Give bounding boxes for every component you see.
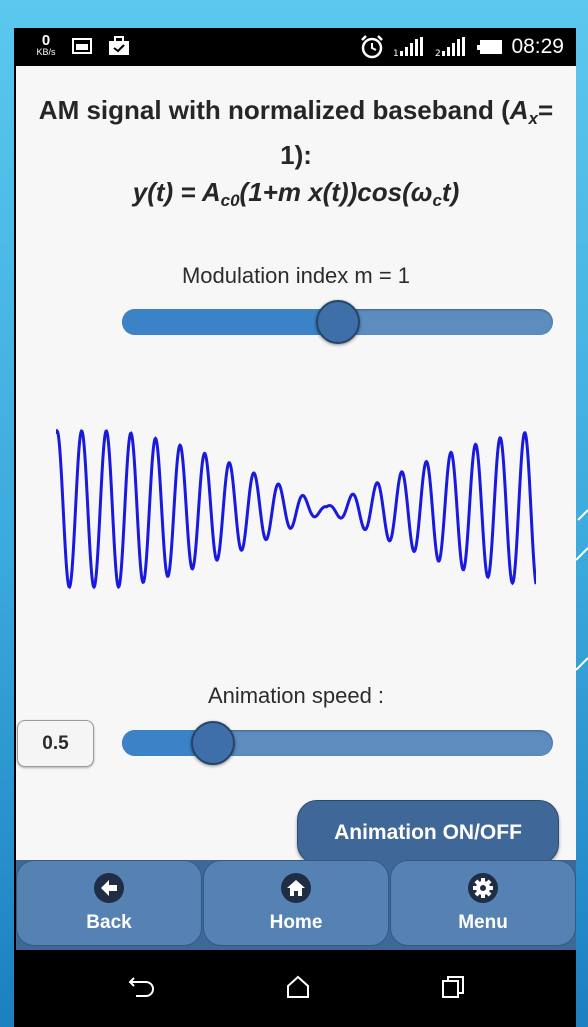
arrow-left-icon	[94, 873, 124, 903]
network-speed: 0 KB/s	[32, 33, 60, 57]
menu-button[interactable]: Menu	[390, 860, 576, 946]
back-button[interactable]: Back	[16, 860, 202, 946]
back-label: Back	[86, 912, 132, 933]
modulation-slider-fill	[122, 309, 338, 335]
formula: y(t) = Ac0(1+m x(t))cos(ωct)	[16, 174, 576, 219]
page-title: AM signal with normalized baseband (Ax= …	[16, 92, 576, 219]
home-icon	[281, 873, 311, 903]
formula-sub-2: c	[432, 191, 442, 210]
animation-speed-label: Animation speed :	[207, 683, 385, 708]
menu-label: Menu	[458, 912, 508, 933]
system-navigation-bar	[16, 950, 576, 1027]
animation-toggle-button[interactable]: Animation ON/OFF	[297, 800, 559, 864]
alarm-icon	[361, 35, 384, 59]
am-waveform	[56, 428, 536, 590]
title-var: A	[509, 95, 529, 125]
home-label: Home	[269, 912, 323, 933]
modulation-slider[interactable]	[122, 300, 553, 344]
title-line-1: AM signal with normalized baseband (Ax=	[16, 92, 576, 137]
speed-slider-handle[interactable]	[191, 721, 235, 765]
speed-slider[interactable]	[122, 721, 553, 765]
network-speed-unit: KB/s	[36, 47, 56, 57]
speed-value-box[interactable]: 0.5	[17, 720, 94, 767]
title-line-2: 1):	[280, 140, 312, 170]
formula-sub-1: c0	[220, 191, 240, 210]
back-icon[interactable]	[128, 974, 156, 1000]
bottom-nav-bar: Back Home Menu	[16, 860, 576, 950]
recents-icon[interactable]	[440, 974, 466, 1000]
title-equals: =	[538, 95, 554, 125]
title-text: AM signal with normalized baseband (	[38, 95, 510, 125]
signal-2-icon: 2	[435, 37, 466, 58]
formula-pre: y(t) = A	[132, 177, 221, 207]
image-icon	[72, 38, 92, 54]
battery-icon	[477, 40, 503, 54]
formula-post: t)	[441, 177, 460, 207]
status-bar: 0 KB/s 1 2 08:29	[16, 28, 576, 66]
svg-text:1: 1	[393, 49, 399, 58]
home-button[interactable]: Home	[203, 860, 389, 946]
formula-mid: (1+m x(t))cos(ω	[239, 177, 433, 207]
modulation-index-label: Modulation index m = 1	[181, 263, 411, 288]
home-nav-icon[interactable]	[285, 974, 311, 1000]
signal-icon: 1	[393, 37, 424, 58]
clock: 08:29	[511, 35, 564, 58]
modulation-slider-handle[interactable]	[316, 300, 360, 344]
title-var-sub: x	[528, 109, 538, 128]
app-content: AM signal with normalized baseband (Ax= …	[16, 66, 576, 950]
network-speed-value: 0	[41, 32, 51, 49]
svg-text:2: 2	[435, 49, 441, 58]
gear-icon	[468, 873, 498, 903]
briefcase-icon	[109, 36, 129, 55]
